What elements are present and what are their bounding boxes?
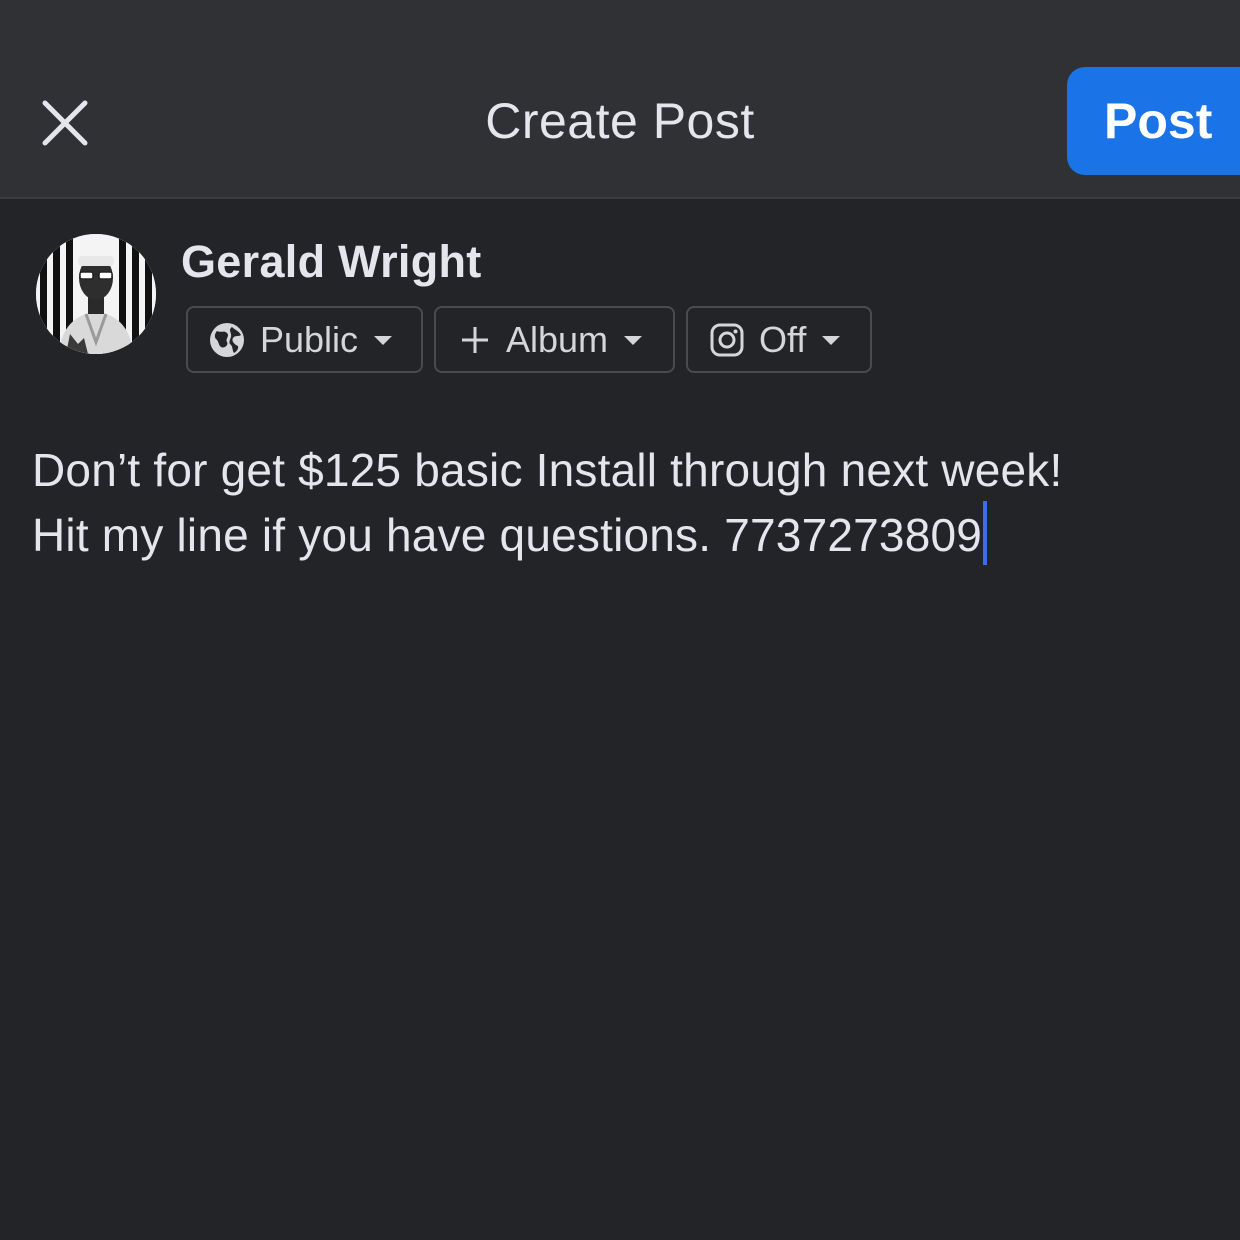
post-text-line: Hit my line if you have questions. 77372… — [32, 509, 983, 561]
post-text-line: Don’t for get $125 basic Install through… — [32, 444, 1063, 496]
instagram-label: Off — [759, 318, 807, 360]
album-label: Album — [506, 318, 609, 360]
post-button[interactable]: Post — [1067, 67, 1240, 175]
audience-label: Public — [260, 318, 359, 360]
avatar[interactable] — [36, 234, 156, 354]
chevron-down-icon — [372, 333, 394, 347]
instagram-share-selector[interactable]: Off — [686, 306, 872, 373]
text-cursor — [983, 501, 988, 565]
audience-selector[interactable]: Public — [186, 306, 423, 373]
instagram-icon — [709, 322, 745, 358]
plus-icon — [460, 325, 490, 355]
album-selector[interactable]: Album — [434, 306, 675, 373]
user-name[interactable]: Gerald Wright — [181, 236, 482, 288]
chevron-down-icon — [820, 333, 842, 347]
globe-icon — [208, 321, 246, 359]
page-title: Create Post — [485, 93, 755, 149]
chevron-down-icon — [622, 333, 644, 347]
profile-photo — [36, 234, 156, 354]
post-text-input[interactable]: Don’t for get $125 basic Install through… — [32, 440, 1212, 566]
post-text-line-with-cursor: Hit my line if you have questions. 77372… — [32, 501, 1212, 566]
top-bar: Create Post Post — [0, 0, 1240, 199]
